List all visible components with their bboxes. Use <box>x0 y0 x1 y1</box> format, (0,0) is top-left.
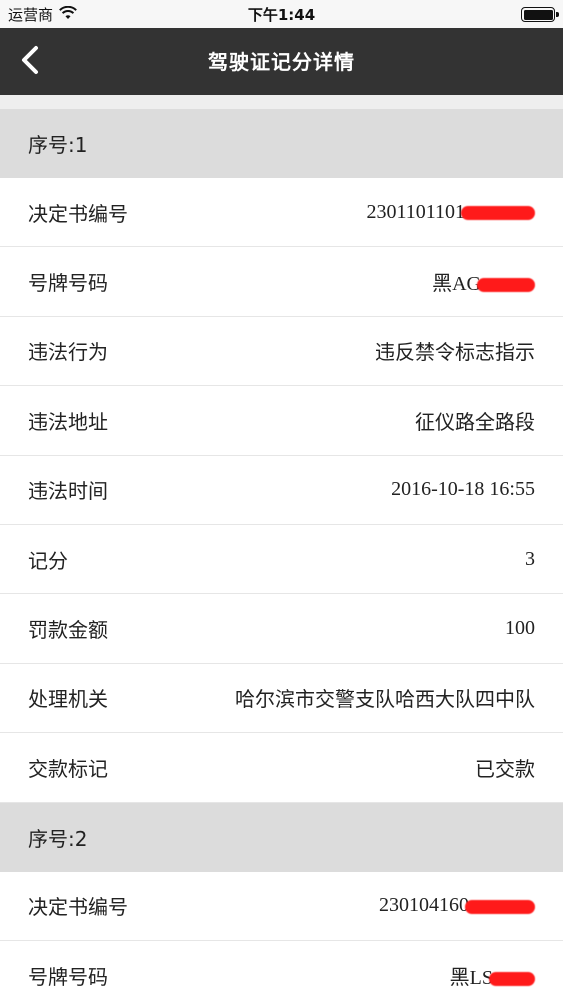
field-value: 已交款 <box>475 758 535 781</box>
field-value: 230104160 <box>379 894 535 917</box>
field-row-points: 记分 3 <box>0 524 563 595</box>
field-value: 3 <box>525 547 535 570</box>
field-label: 罚款金额 <box>28 618 108 643</box>
field-label: 号牌号码 <box>28 964 108 989</box>
field-value: 2016-10-18 16:55 <box>391 478 535 501</box>
record-header-1: 序号:1 <box>0 109 563 178</box>
field-row-time: 违法时间 2016-10-18 16:55 <box>0 455 563 525</box>
field-row-authority: 处理机关 哈尔滨市交警支队哈西大队四中队 <box>0 663 563 734</box>
field-row-decision-no: 决定书编号 2301101101 <box>0 178 563 248</box>
field-label: 交款标记 <box>28 756 108 781</box>
record-list: 序号:1 决定书编号 2301101101 号牌号码 黑AG 违法行为 违反禁令… <box>0 95 563 1000</box>
field-row-payment: 交款标记 已交款 <box>0 733 563 803</box>
field-value: 哈尔滨市交警支队哈西大队四中队 <box>235 689 535 712</box>
redaction-mark <box>489 972 535 986</box>
field-label: 决定书编号 <box>28 895 128 920</box>
field-row-plate-no: 号牌号码 黑LS <box>0 940 563 1000</box>
field-row-plate-no: 号牌号码 黑AG <box>0 247 563 317</box>
field-label: 违法行为 <box>28 340 108 365</box>
field-label: 记分 <box>28 548 68 573</box>
field-label: 违法地址 <box>28 409 108 434</box>
field-label: 号牌号码 <box>28 271 108 296</box>
field-row-fine: 罚款金额 100 <box>0 594 563 664</box>
redaction-mark <box>461 206 535 221</box>
field-row-violation: 违法行为 违反禁令标志指示 <box>0 316 563 387</box>
redaction-mark <box>465 899 535 914</box>
field-label: 处理机关 <box>28 687 108 712</box>
page-title: 驾驶证记分详情 <box>208 50 355 74</box>
field-value: 征仪路全路段 <box>415 411 535 434</box>
field-value: 黑AG <box>432 267 535 296</box>
status-bar: 运营商 下午1:44 <box>0 0 563 28</box>
field-value: 100 <box>505 617 535 640</box>
battery-icon <box>521 7 559 22</box>
status-time: 下午1:44 <box>247 6 316 24</box>
record-header-2: 序号:2 <box>0 802 563 872</box>
field-row-decision-no: 决定书编号 230104160 <box>0 871 563 941</box>
field-value: 违反禁令标志指示 <box>375 342 535 365</box>
field-value: 黑LS <box>450 961 535 990</box>
field-row-location: 违法地址 征仪路全路段 <box>0 386 563 456</box>
top-spacer <box>0 95 563 109</box>
field-label: 违法时间 <box>28 479 108 504</box>
field-value: 2301101101 <box>366 201 535 224</box>
navigation-bar: 驾驶证记分详情 <box>0 28 563 95</box>
redaction-mark <box>477 278 535 293</box>
field-label: 决定书编号 <box>28 201 128 226</box>
